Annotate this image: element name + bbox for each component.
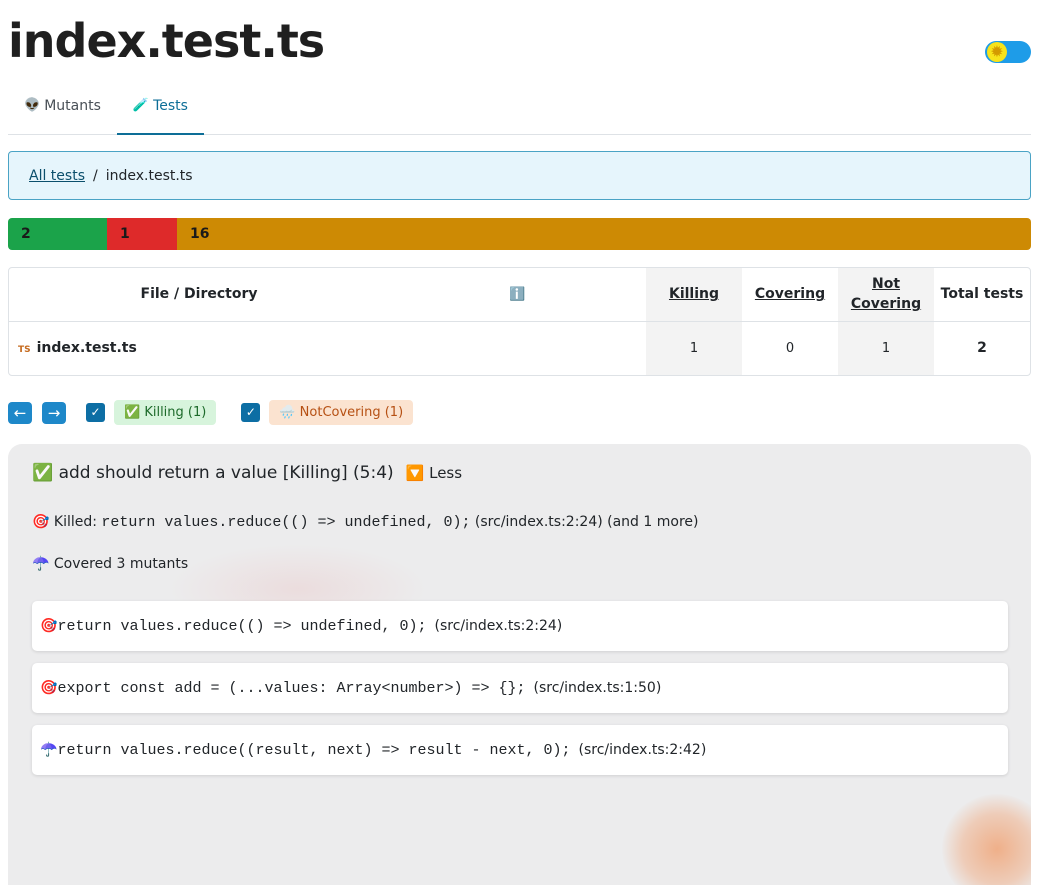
typescript-icon: TS — [18, 345, 31, 356]
mutant-location: (src/index.ts:1:50) — [533, 680, 662, 696]
tab-mutants-label: Mutants — [44, 98, 101, 114]
mutant-location: (src/index.ts:2:24) — [434, 618, 563, 634]
metrics-table: File / Directory ℹ️ Killing Covering Not… — [8, 267, 1031, 376]
previous-button[interactable]: ← — [8, 401, 32, 424]
killed-summary: 🎯 Killed: return values.reduce(() => und… — [32, 514, 698, 531]
info-icon[interactable]: ℹ️ — [389, 268, 646, 321]
breadcrumb-current: index.test.ts — [105, 167, 193, 184]
breadcrumb-all-tests-link[interactable]: All tests — [29, 168, 85, 184]
table-row: TS index.test.ts 1 0 1 2 — [9, 320, 1030, 375]
mutant-list-item[interactable]: 🎯 return values.reduce(() => undefined, … — [32, 601, 1008, 651]
header-file-directory: File / Directory — [140, 286, 258, 303]
test-heading: ✅ add should return a value [Killing] (5… — [32, 463, 462, 483]
killed-code: return values.reduce(() => undefined, 0)… — [101, 514, 471, 531]
status-bar-killing-segment[interactable]: 2 — [8, 218, 107, 250]
covering-count: 0 — [742, 320, 838, 375]
notcovering-checkbox[interactable]: ✓ — [241, 403, 261, 422]
mutant-list-item[interactable]: ☂️ return values.reduce((result, next) =… — [32, 725, 1008, 775]
tab-mutants[interactable]: 👽 Mutants — [8, 84, 117, 135]
alien-icon: 👽 — [24, 98, 41, 113]
mutant-code: export const add = (...values: Array<num… — [57, 679, 526, 697]
notcovering-filter-label[interactable]: 🌧️ NotCovering (1) — [269, 400, 414, 425]
header-killing[interactable]: Killing — [646, 268, 742, 321]
next-button[interactable]: → — [42, 401, 66, 424]
tab-tests-label: Tests — [153, 98, 188, 114]
status-bar-survived-segment[interactable]: 1 — [107, 218, 177, 250]
header-covering-label: Covering — [754, 286, 826, 303]
not-covering-count: 1 — [838, 320, 934, 375]
target-icon: 🎯 — [40, 680, 58, 696]
tab-tests[interactable]: 🧪 Tests — [116, 84, 204, 135]
theme-toggle[interactable]: ✹ — [985, 41, 1031, 63]
killed-prefix: 🎯 Killed: — [32, 514, 97, 530]
header-not-covering-label-1: Not — [871, 276, 901, 293]
file-name: index.test.ts — [36, 340, 137, 357]
killing-checkbox[interactable]: ✓ — [86, 403, 105, 422]
header-not-covering[interactable]: Not Covering — [838, 268, 934, 321]
less-button[interactable]: 🔽 Less — [406, 464, 462, 482]
total-tests-count: 2 — [934, 320, 1030, 375]
umbrella-icon: ☂️ — [40, 742, 58, 758]
floating-decoration — [942, 794, 1031, 885]
sun-icon: ✹ — [987, 42, 1007, 62]
header-killing-label: Killing — [668, 286, 720, 303]
mutant-location: (src/index.ts:2:42) — [578, 742, 707, 758]
page-title: index.test.ts — [8, 14, 325, 68]
header-covering[interactable]: Covering — [742, 268, 838, 321]
test-status-bar: 2 1 16 — [8, 218, 1031, 250]
mutant-list-item[interactable]: 🎯 export const add = (...values: Array<n… — [32, 663, 1008, 713]
filter-bar: ← → ✓ ✅ Killing (1) ✓ 🌧️ NotCovering (1) — [8, 400, 414, 425]
killing-filter-label[interactable]: ✅ Killing (1) — [114, 400, 217, 425]
header-not-covering-label-2: Covering — [850, 296, 922, 313]
check-icon: ✅ — [32, 463, 54, 483]
breadcrumb-separator: / — [93, 167, 98, 184]
mutant-code: return values.reduce(() => undefined, 0)… — [57, 617, 427, 635]
test-title: add should return a value [Killing] (5:4… — [58, 463, 394, 483]
test-tube-icon: 🧪 — [132, 98, 150, 113]
covered-summary: ☂️ Covered 3 mutants — [32, 556, 189, 572]
breadcrumb: All tests / index.test.ts — [8, 151, 1031, 200]
tab-bar: 👽 Mutants 🧪 Tests — [8, 84, 1031, 135]
killing-count: 1 — [646, 320, 742, 375]
mutant-code: return values.reduce((result, next) => r… — [57, 741, 571, 759]
status-bar-notcovering-segment[interactable]: 16 — [177, 218, 1031, 250]
test-details-panel: ✅ add should return a value [Killing] (5… — [8, 444, 1031, 885]
target-icon: 🎯 — [40, 618, 58, 634]
header-total-tests: Total tests — [940, 286, 1024, 303]
killed-location: (src/index.ts:2:24) (and 1 more) — [474, 514, 699, 530]
